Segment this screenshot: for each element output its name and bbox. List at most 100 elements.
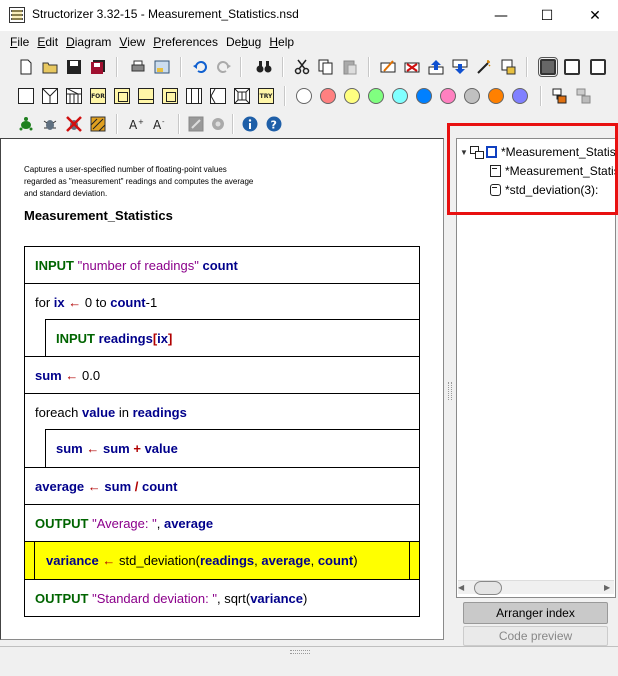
print-icon[interactable] [128,57,148,77]
color-orange-swatch[interactable] [488,88,504,104]
info-icon[interactable] [240,114,260,134]
scroll-right-arrow-icon[interactable]: ▶ [604,583,614,593]
paste-icon[interactable] [340,57,360,77]
help-icon[interactable]: ? [264,114,284,134]
color-cyan-swatch[interactable] [392,88,408,104]
menu-diagram[interactable]: Diagram [62,35,115,49]
color-red-swatch[interactable] [320,88,336,104]
horizontal-splitter-handle[interactable] [290,650,310,654]
tab-code-preview[interactable]: Code preview [463,626,608,646]
tree-horizontal-scrollbar[interactable]: ◀ ▶ [458,580,614,595]
executor-bug-icon[interactable] [40,114,60,134]
menu-preferences[interactable]: Preferences [149,35,222,49]
color-white-swatch[interactable] [296,88,312,104]
turtle-icon[interactable] [16,114,36,134]
toolbar-separator [240,57,242,77]
add-while-loop-icon[interactable] [112,86,132,106]
add-if-icon[interactable] [40,86,60,106]
analyser-icon[interactable] [88,114,108,134]
add-parallel-icon[interactable] [232,86,252,106]
undo-icon[interactable] [190,57,210,77]
toolbar-separator [282,57,284,77]
scroll-thumb[interactable] [474,581,502,595]
open-folder-icon[interactable] [40,57,60,77]
settings-disabled-icon [208,114,228,134]
toolbar-separator [116,114,118,134]
font-decrease-icon[interactable]: A- [152,114,172,134]
program-mode-icon[interactable] [538,57,558,77]
call-right-bar [409,542,410,579]
structorizer-window: Structorizer 3.32-15 - Measurement_Stati… [0,0,618,676]
toolbar-separator [540,86,542,106]
color-green-swatch[interactable] [368,88,384,104]
arrange-diagram-icon[interactable] [550,86,570,106]
structorizer-app-icon [9,7,25,23]
font-increase-icon[interactable]: A + [128,114,148,134]
save-icon[interactable] [64,57,84,77]
color-violet-swatch[interactable] [512,88,528,104]
output-stddev-element[interactable]: OUTPUT "Standard deviation: ", sqrt(vari… [24,579,420,617]
svg-text:A: A [153,118,162,132]
menu-file-rest: ile [17,35,30,49]
color-yellow-swatch[interactable] [344,88,360,104]
minimize-button[interactable]: — [478,0,524,31]
find-binoculars-icon[interactable] [254,57,274,77]
toolbar-separator [232,114,234,134]
add-call-icon[interactable] [184,86,204,106]
scroll-left-arrow-icon[interactable]: ◀ [458,583,468,593]
move-down-icon[interactable] [450,57,470,77]
edit-element-icon[interactable] [378,57,398,77]
sum-init-element[interactable]: sum ← 0.0 [24,356,420,394]
tab-arranger-index[interactable]: Arranger index [463,602,608,624]
add-for-loop-icon[interactable]: FOR [88,86,108,106]
input-count-element[interactable]: INPUT "number of readings" count [24,246,420,284]
description-line: Captures a user-specified number of floa… [24,165,227,174]
splitter-handle[interactable] [448,382,452,400]
highlight-box [447,123,618,215]
variance-call-element[interactable]: variance ← std_deviation(readings, avera… [24,541,420,580]
save-all-icon[interactable] [88,57,108,77]
output-average-element[interactable]: OUTPUT "Average: ", average [24,504,420,542]
toolbar-separator [526,57,528,77]
add-jump-icon[interactable] [208,86,228,106]
disable-bug-icon[interactable] [64,114,84,134]
color-blue-swatch[interactable] [416,88,432,104]
color-gray-swatch[interactable] [464,88,480,104]
svg-text:-: - [162,118,165,126]
edit-disabled-icon [186,114,206,134]
menu-debug[interactable]: Debug [222,35,265,49]
delete-element-icon[interactable] [402,57,422,77]
breakpoint-icon[interactable] [498,57,518,77]
close-button[interactable]: ✕ [572,0,618,31]
menu-file[interactable]: File [6,35,33,49]
add-case-icon[interactable] [64,86,84,106]
add-repeat-loop-icon[interactable] [136,86,156,106]
add-instruction-icon[interactable] [16,86,36,106]
export-picture-icon[interactable] [152,57,172,77]
menu-edit[interactable]: Edit [33,35,62,49]
menu-help[interactable]: Help [265,35,298,49]
diagram-title[interactable]: Measurement_Statistics [24,208,173,223]
toolbar-separator [284,86,286,106]
cut-icon[interactable] [292,57,312,77]
new-file-icon[interactable] [16,57,36,77]
maximize-button[interactable]: ☐ [524,0,570,31]
includable-mode-icon[interactable] [588,57,608,77]
add-try-icon[interactable]: TRY [256,86,276,106]
input-readings-element[interactable]: INPUT readings[ix] [45,319,420,357]
move-up-icon[interactable] [426,57,446,77]
color-pink-swatch[interactable] [440,88,456,104]
subroutine-mode-icon[interactable] [562,57,582,77]
arrange-group-icon[interactable] [574,86,594,106]
sum-accumulate-element[interactable]: sum ← sum + value [45,429,420,468]
redo-icon[interactable] [214,57,234,77]
add-forever-loop-icon[interactable] [160,86,180,106]
svg-text:+: + [138,118,144,126]
toolbar-separator [368,57,370,77]
title-bar: Structorizer 3.32-15 - Measurement_Stati… [0,0,618,31]
diagram-description: Captures a user-specified number of floa… [24,164,324,200]
transmute-wand-icon[interactable] [474,57,494,77]
menu-view[interactable]: View [115,35,149,49]
average-element[interactable]: average ← sum / count [24,467,420,505]
copy-icon[interactable] [316,57,336,77]
